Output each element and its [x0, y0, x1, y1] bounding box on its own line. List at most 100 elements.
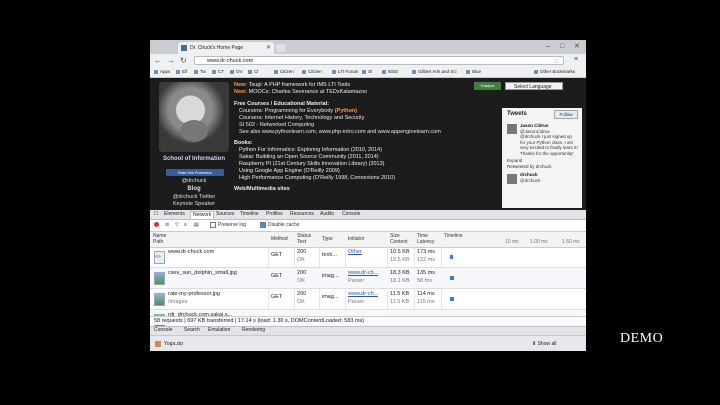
close-tab-icon[interactable]: ✕: [266, 42, 271, 54]
bookmark-item[interactable]: CT: [212, 68, 224, 76]
tweet[interactable]: drchuck @drchuck: [520, 172, 578, 183]
bookmark-item[interactable]: Blue: [466, 68, 481, 76]
bookmark-item[interactable]: Tw: [194, 68, 206, 76]
dock-icon[interactable]: ☐: [154, 211, 158, 218]
col-initiator[interactable]: Initiator: [348, 236, 364, 242]
course-link[interactable]: Coursera: Programming for Everybody (Pyt…: [239, 108, 357, 115]
tab-audits[interactable]: Audits: [320, 211, 334, 218]
bookmark-item[interactable]: Gilbert Arts and Sci: [412, 68, 457, 76]
course-link[interactable]: SI 502 - Networked Computing: [239, 122, 314, 129]
address-bar[interactable]: www.dr-chuck.com ☆: [194, 56, 564, 65]
course-link[interactable]: See also www.pythonlearn.com, www.php-in…: [239, 129, 441, 136]
forward-icon[interactable]: →: [167, 55, 175, 66]
col-method[interactable]: Method: [271, 236, 288, 242]
bookmark-item[interactable]: OV: [230, 68, 243, 76]
cell-time: 135 ms: [417, 270, 436, 276]
cell-method: GET: [271, 252, 283, 258]
preserve-log-checkbox[interactable]: Preserve log: [210, 220, 246, 230]
book-link[interactable]: Raspberry PI (21st Century Skills Innova…: [239, 161, 385, 168]
bookmark-item[interactable]: LTI Forum: [332, 68, 358, 76]
network-request-row[interactable]: rate-my-professor.jpg/images GET 200 OK imag…: [150, 289, 586, 310]
media-heading: Web/Multimedia sites: [234, 186, 290, 192]
col-status[interactable]: Status Text: [297, 233, 311, 245]
bookmark-item[interactable]: SI: [362, 68, 372, 76]
tab-sources[interactable]: Sources: [216, 211, 234, 218]
download-item[interactable]: Yoga.zip: [154, 339, 224, 349]
tab-elements[interactable]: Elements: [164, 211, 185, 218]
blog-link[interactable]: Blog: [159, 186, 229, 192]
twitter-link[interactable]: @drchuck Twitter: [159, 194, 229, 200]
col-name[interactable]: Name Path: [153, 233, 166, 245]
drawer-tab-emulation[interactable]: Emulation: [208, 327, 230, 334]
cell-name: csev_sun_dolphin_small.jpg: [168, 270, 237, 276]
drawer-tabs: Console Search Emulation Rendering: [150, 326, 586, 335]
list-view-icon[interactable]: ≡: [184, 220, 187, 230]
keynote-link[interactable]: Keynote Speaker: [159, 201, 229, 207]
filter-icon[interactable]: ▽: [175, 220, 179, 230]
book-link[interactable]: Python For Informatics: Exploring Inform…: [239, 147, 382, 154]
network-request-row[interactable]: www.dr-chuck.com GET 200 OK text/... Other 10.…: [150, 247, 586, 268]
disable-cache-checkbox[interactable]: Disable cache: [260, 220, 299, 230]
bookmark-item[interactable]: Citizen: [274, 68, 294, 76]
tab-title: Dr. Chuck's Home Page: [190, 45, 244, 51]
language-select[interactable]: Select Language: [505, 82, 563, 90]
col-type[interactable]: Type: [322, 236, 333, 242]
tweet[interactable]: Jason Cidrus @JasonCidrus @drchuck I jus…: [520, 123, 578, 156]
twitter-handle[interactable]: @drchuck: [159, 178, 229, 184]
gradepic-button[interactable]: Gradpic: [474, 82, 501, 90]
retweet-note: Retweeted by drchuck: [507, 164, 552, 169]
bookmark-item[interactable]: Apps: [154, 68, 170, 76]
close-window-icon[interactable]: ✕: [574, 42, 580, 51]
html-file-icon: [154, 251, 165, 264]
course-link[interactable]: Coursera: Internet History, Technology a…: [239, 115, 364, 122]
reload-icon[interactable]: ↻: [180, 55, 187, 66]
cell-initiator-sub: Parser: [348, 299, 365, 305]
book-link[interactable]: High Performance Computing (O'Reilly 199…: [239, 175, 395, 182]
back-icon[interactable]: ←: [154, 55, 162, 66]
news-item[interactable]: New: MOOCs: Charles Severance at TEDxKal…: [234, 89, 367, 96]
cell-content: 11.5 KB: [390, 299, 410, 305]
clear-icon[interactable]: ⊘: [165, 220, 169, 230]
tab-bar: Dr. Chuck's Home Page ✕ – □ ✕: [150, 40, 586, 54]
drawer-tab-search[interactable]: Search: [184, 327, 200, 334]
bookmark-item[interactable]: IEEE: [382, 68, 398, 76]
drawer-tab-rendering[interactable]: Rendering: [242, 327, 265, 334]
tab-resources[interactable]: Resources: [290, 211, 314, 218]
menu-icon[interactable]: ≡: [574, 56, 578, 63]
tab-network[interactable]: Network: [190, 211, 215, 219]
network-request-row[interactable]: csev_sun_dolphin_small.jpg GET 200 OK imag..…: [150, 268, 586, 289]
bookmark-item[interactable]: Ell: [176, 68, 187, 76]
drawer-tab-console[interactable]: Console: [154, 327, 172, 334]
overview-icon[interactable]: ▤: [194, 220, 199, 230]
new-tab-button[interactable]: [276, 44, 286, 52]
show-all-downloads-link[interactable]: ⬇ Show all: [532, 339, 557, 349]
bookmark-star-icon[interactable]: ☆: [554, 57, 560, 66]
school-link[interactable]: School of Information: [159, 156, 229, 162]
courses-heading: Free Courses / Educational Material:: [234, 101, 330, 107]
books-heading: Books:: [234, 140, 253, 146]
browser-tab[interactable]: Dr. Chuck's Home Page ✕: [178, 42, 274, 54]
col-size[interactable]: Size Content: [390, 233, 408, 245]
tab-timeline[interactable]: Timeline: [240, 211, 259, 218]
col-time[interactable]: Time Latency: [417, 233, 435, 245]
maximize-icon[interactable]: □: [560, 42, 564, 51]
expand-link[interactable]: Expand: [507, 158, 565, 164]
record-icon[interactable]: [154, 222, 159, 227]
bookmark-item[interactable]: Citizen: [302, 68, 322, 76]
cell-status: 200: [297, 291, 307, 297]
cell-initiator-sub: Parser: [348, 278, 365, 284]
book-link[interactable]: Sakai: Building an Open Source Community…: [239, 154, 379, 161]
news-item[interactable]: New: Tsugi: A PHP framework for IMS LTI …: [234, 82, 350, 89]
tab-profiles[interactable]: Profiles: [266, 211, 283, 218]
tab-console[interactable]: Console: [342, 211, 360, 218]
minimize-icon[interactable]: –: [546, 42, 550, 51]
tweets-heading: Tweets: [507, 111, 527, 117]
col-timeline[interactable]: Timeline: [444, 233, 463, 239]
rate-professor-button[interactable]: Rate this Professor: [166, 169, 224, 176]
cell-initiator: www.dr-ch...: [348, 291, 379, 297]
bookmark-item[interactable]: Cl: [248, 68, 258, 76]
follow-button[interactable]: Follow: [554, 110, 578, 119]
cell-content: 18.1 KB: [390, 278, 410, 284]
book-link[interactable]: Using Google App Engine (O'Reilly 2009): [239, 168, 340, 175]
bookmark-item[interactable]: Other Bookmarks: [534, 68, 575, 76]
